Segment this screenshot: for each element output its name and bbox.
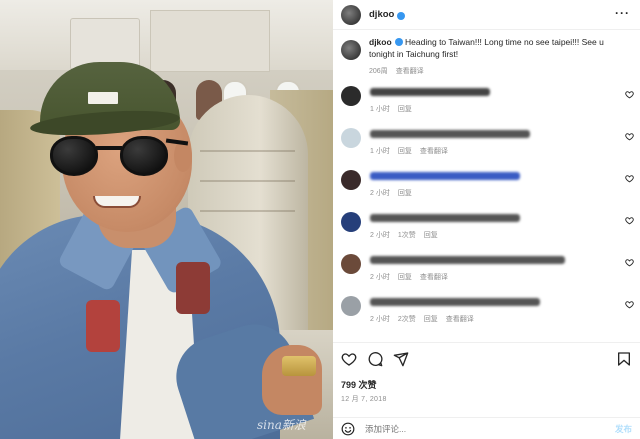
translate-link[interactable]: 查看翻译 bbox=[396, 66, 424, 76]
comment-row: 1 小时 回复 查看翻译 bbox=[333, 126, 640, 168]
embroidered-patch bbox=[176, 262, 210, 314]
comment-row: 2 小时 2次赞 回复 查看翻译 bbox=[333, 294, 640, 336]
sunglasses-bridge bbox=[96, 146, 122, 150]
comment-action[interactable]: 1次赞 bbox=[398, 230, 416, 240]
caption-username[interactable]: djkoo bbox=[369, 37, 392, 47]
heart-icon[interactable] bbox=[625, 300, 634, 309]
comment-action[interactable]: 回复 bbox=[398, 272, 412, 282]
overhead-bin bbox=[150, 10, 270, 72]
blurred-comment-text bbox=[370, 214, 520, 222]
comment-body: 1 小时 回复 查看翻译 bbox=[370, 126, 530, 156]
verified-badge-icon bbox=[394, 38, 403, 46]
comment-row: 2 小时 1次赞 回复 bbox=[333, 210, 640, 252]
action-bar bbox=[333, 342, 640, 378]
comment-row: 2 小时 回复 查看翻译 bbox=[333, 252, 640, 294]
comment-avatar[interactable] bbox=[341, 296, 361, 316]
comment-action[interactable]: 查看翻译 bbox=[420, 146, 448, 156]
heart-icon[interactable] bbox=[625, 216, 634, 225]
seat-slat bbox=[200, 150, 295, 152]
add-comment-bar: 发布 bbox=[333, 417, 640, 439]
heart-icon[interactable] bbox=[625, 90, 634, 99]
bookmark-icon[interactable] bbox=[616, 351, 632, 367]
comment-body: 2 小时 回复 查看翻译 bbox=[370, 252, 565, 282]
watermark: sina新浪 bbox=[257, 418, 306, 432]
comment-avatar[interactable] bbox=[341, 254, 361, 274]
comment-time: 2 小时 bbox=[370, 232, 390, 239]
comment-avatar[interactable] bbox=[341, 212, 361, 232]
comment-body: 2 小时 1次赞 回复 bbox=[370, 210, 520, 240]
comment-meta: 1 小时 回复 查看翻译 bbox=[370, 146, 530, 156]
caption-body: djkoo Heading to Taiwan!!! Long time no … bbox=[369, 36, 609, 76]
post-date: 12 月 7, 2018 bbox=[341, 396, 387, 403]
comment-action[interactable]: 回复 bbox=[398, 188, 412, 198]
post-photo[interactable]: sina新浪 bbox=[0, 0, 333, 439]
caption-time: 206周 bbox=[369, 68, 388, 75]
blurred-comment-text bbox=[370, 88, 490, 96]
comment-time: 1 小时 bbox=[370, 106, 390, 113]
sunglasses-lens bbox=[50, 136, 98, 176]
comment-icon[interactable] bbox=[367, 351, 383, 367]
comment-action[interactable]: 查看翻译 bbox=[446, 314, 474, 324]
more-icon[interactable]: ··· bbox=[615, 7, 630, 19]
comment-meta: 2 小时 1次赞 回复 bbox=[370, 230, 520, 240]
username[interactable]: djkoo bbox=[369, 9, 394, 20]
embroidered-patch bbox=[86, 300, 120, 352]
comment-time: 2 小时 bbox=[370, 190, 390, 197]
comment-time: 2 小时 bbox=[370, 316, 390, 323]
gold-watch bbox=[282, 356, 316, 376]
caption-text: djkoo Heading to Taiwan!!! Long time no … bbox=[369, 36, 609, 60]
heart-icon[interactable] bbox=[625, 174, 634, 183]
blurred-comment-text bbox=[370, 256, 565, 264]
blurred-comment-text bbox=[370, 172, 520, 180]
comment-meta: 2 小时 回复 查看翻译 bbox=[370, 272, 565, 282]
seat-slat bbox=[200, 210, 295, 212]
heart-icon[interactable] bbox=[625, 258, 634, 267]
comment-action[interactable]: 查看翻译 bbox=[420, 272, 448, 282]
comment-avatar[interactable] bbox=[341, 86, 361, 106]
verified-badge-icon bbox=[397, 11, 406, 20]
smile bbox=[93, 196, 141, 208]
comment-meta: 2 小时 2次赞 回复 查看翻译 bbox=[370, 314, 540, 324]
blurred-comment-text bbox=[370, 130, 530, 138]
like-count[interactable]: 799 次赞 bbox=[341, 378, 377, 391]
comment-body: 2 小时 2次赞 回复 查看翻译 bbox=[370, 294, 540, 324]
comment-row: 1 小时 回复 bbox=[333, 84, 640, 126]
seat-slat bbox=[200, 180, 295, 182]
blurred-comment-text bbox=[370, 298, 540, 306]
comment-action[interactable]: 回复 bbox=[398, 104, 412, 114]
comment-avatar[interactable] bbox=[341, 128, 361, 148]
comment-action[interactable]: 回复 bbox=[424, 314, 438, 324]
caption-content: Heading to Taiwan!!! Long time no see ta… bbox=[369, 37, 604, 59]
comment-row: 2 小时 回复 bbox=[333, 168, 640, 210]
avatar[interactable] bbox=[341, 4, 361, 25]
avatar[interactable] bbox=[341, 40, 361, 60]
comment-avatar[interactable] bbox=[341, 170, 361, 190]
caption: djkoo Heading to Taiwan!!! Long time no … bbox=[333, 36, 640, 76]
post-header: djkoo ··· bbox=[333, 0, 640, 30]
heart-icon[interactable] bbox=[341, 351, 357, 367]
comment-body: 1 小时 回复 bbox=[370, 84, 490, 114]
sunglasses-lens bbox=[120, 136, 168, 176]
comment-time: 2 小时 bbox=[370, 274, 390, 281]
comment-time: 1 小时 bbox=[370, 148, 390, 155]
cap-label bbox=[88, 92, 118, 104]
post-button[interactable]: 发布 bbox=[615, 423, 632, 435]
comment-action[interactable]: 回复 bbox=[424, 230, 438, 240]
comment-meta: 2 小时 回复 bbox=[370, 188, 520, 198]
comment-rows: 1 小时回复 1 小时回复查看翻译 2 小时回复 2 小时1次赞回复 bbox=[333, 84, 640, 336]
comment-list[interactable]: djkoo Heading to Taiwan!!! Long time no … bbox=[333, 36, 640, 336]
post-panel: djkoo ··· djkoo Heading to Taiwan!!! Lon… bbox=[333, 0, 640, 439]
comment-action[interactable]: 回复 bbox=[398, 146, 412, 156]
comment-body: 2 小时 回复 bbox=[370, 168, 520, 198]
heart-icon[interactable] bbox=[625, 132, 634, 141]
emoji-icon[interactable] bbox=[341, 422, 355, 436]
share-icon[interactable] bbox=[393, 351, 409, 367]
comment-action[interactable]: 2次赞 bbox=[398, 314, 416, 324]
caption-meta: 206周 查看翻译 bbox=[369, 66, 609, 76]
comment-input[interactable] bbox=[365, 423, 585, 434]
comment-meta: 1 小时 回复 bbox=[370, 104, 490, 114]
